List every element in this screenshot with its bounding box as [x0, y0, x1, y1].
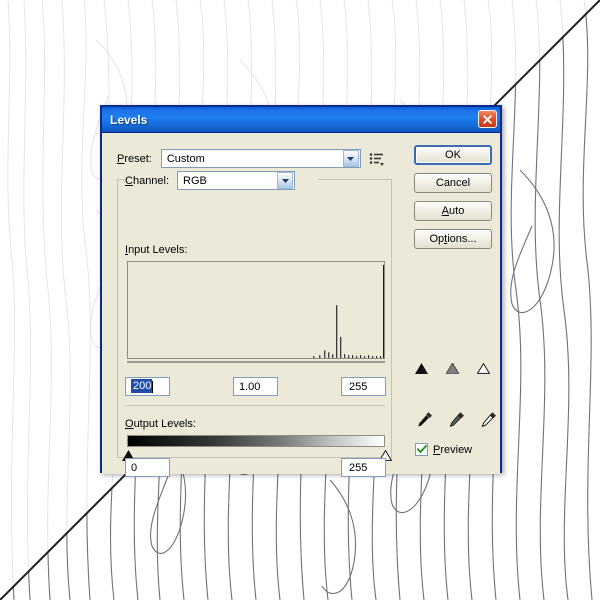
input-slider-track[interactable] — [127, 361, 385, 363]
ok-button[interactable]: OK — [414, 145, 492, 165]
dialog-body: Preset: Custom OK Cancel Auto Options...… — [102, 133, 500, 477]
output-white-field[interactable]: 255 — [341, 458, 386, 477]
input-white-field[interactable]: 255 — [341, 377, 386, 396]
input-levels-histogram[interactable] — [127, 261, 385, 359]
preview-checkbox[interactable] — [415, 443, 428, 456]
close-x-icon — [483, 114, 492, 124]
section-divider — [125, 405, 385, 406]
dialog-titlebar[interactable]: Levels — [102, 107, 500, 133]
output-levels-label: Output Levels: — [125, 418, 196, 430]
set-black-point-eyedropper[interactable] — [415, 409, 435, 429]
output-gradient-bar[interactable] — [127, 435, 385, 447]
preset-value: Custom — [166, 152, 205, 165]
close-button[interactable] — [478, 110, 497, 128]
checkmark-icon — [416, 445, 427, 454]
chevron-down-icon[interactable] — [277, 172, 294, 189]
chevron-down-icon[interactable] — [342, 150, 359, 167]
preset-row: Preset: Custom — [117, 149, 385, 168]
output-white-value: 255 — [349, 461, 368, 474]
channel-value: RGB — [183, 174, 207, 187]
input-black-value: 200 — [131, 379, 153, 394]
output-black-value: 0 — [131, 461, 138, 474]
input-black-field[interactable]: 200 — [125, 377, 170, 396]
preset-options-icon[interactable] — [369, 152, 385, 166]
preset-label: Preset: — [117, 152, 152, 165]
auto-button[interactable]: Auto — [414, 201, 492, 221]
input-black-slider[interactable] — [415, 361, 428, 374]
cancel-button[interactable]: Cancel — [414, 173, 492, 193]
input-gamma-value: 1.00 — [239, 380, 261, 393]
preview-checkbox-row[interactable]: Preview — [415, 443, 472, 456]
options-button[interactable]: Options... — [414, 229, 492, 249]
input-gamma-slider[interactable] — [445, 361, 460, 375]
preview-label: Preview — [433, 443, 473, 456]
dialog-title: Levels — [110, 112, 148, 127]
input-white-value: 255 — [349, 380, 368, 393]
set-gray-point-eyedropper[interactable] — [447, 409, 467, 429]
groupbox-top-right-edge — [318, 179, 392, 180]
histogram-plot — [313, 264, 384, 358]
channel-label: Channel: — [125, 174, 170, 187]
output-black-field[interactable]: 0 — [125, 458, 170, 477]
channel-select[interactable]: RGB — [177, 171, 296, 190]
dialog-button-column: OK Cancel Auto Options... — [414, 145, 492, 257]
set-white-point-eyedropper[interactable] — [479, 409, 499, 429]
levels-dialog[interactable]: Levels Preset: Custom OK Cancel Auto Opt… — [100, 105, 502, 477]
channel-row: Channel: RGB — [125, 171, 296, 190]
input-gamma-field[interactable]: 1.00 — [233, 377, 278, 396]
input-levels-label: Input Levels: — [125, 244, 188, 256]
eyedropper-tools — [415, 409, 499, 429]
text-caret — [152, 380, 154, 393]
preset-select[interactable]: Custom — [160, 149, 361, 168]
input-white-slider[interactable] — [476, 361, 491, 374]
